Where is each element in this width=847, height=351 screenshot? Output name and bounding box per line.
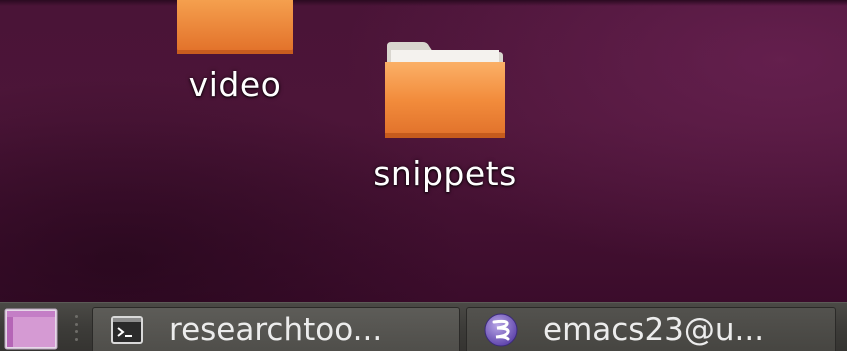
desktop-icon-label: snippets xyxy=(373,154,517,193)
folder-icon xyxy=(177,0,293,54)
taskbar-item-label: researchtoo... xyxy=(169,312,383,348)
desktop-icon-video[interactable]: video xyxy=(165,0,305,104)
folder-icon xyxy=(385,42,505,138)
desktop: video snippets xyxy=(0,0,847,302)
wallpaper-edge xyxy=(0,0,847,6)
show-desktop-icon xyxy=(4,308,58,349)
taskbar-item-terminal[interactable]: researchtoo... xyxy=(92,307,460,351)
terminal-icon xyxy=(111,316,143,344)
desktop-icon-snippets[interactable]: snippets xyxy=(355,36,535,193)
show-desktop-button[interactable] xyxy=(0,305,62,351)
taskbar-item-label: emacs23@u... xyxy=(543,312,765,348)
bottom-panel: researchtoo... emacs23@u... xyxy=(0,302,847,351)
panel-drag-handle[interactable] xyxy=(72,315,80,341)
taskbar-item-emacs[interactable]: emacs23@u... xyxy=(466,307,836,351)
emacs-icon xyxy=(484,313,518,347)
desktop-icon-label: video xyxy=(188,65,282,104)
